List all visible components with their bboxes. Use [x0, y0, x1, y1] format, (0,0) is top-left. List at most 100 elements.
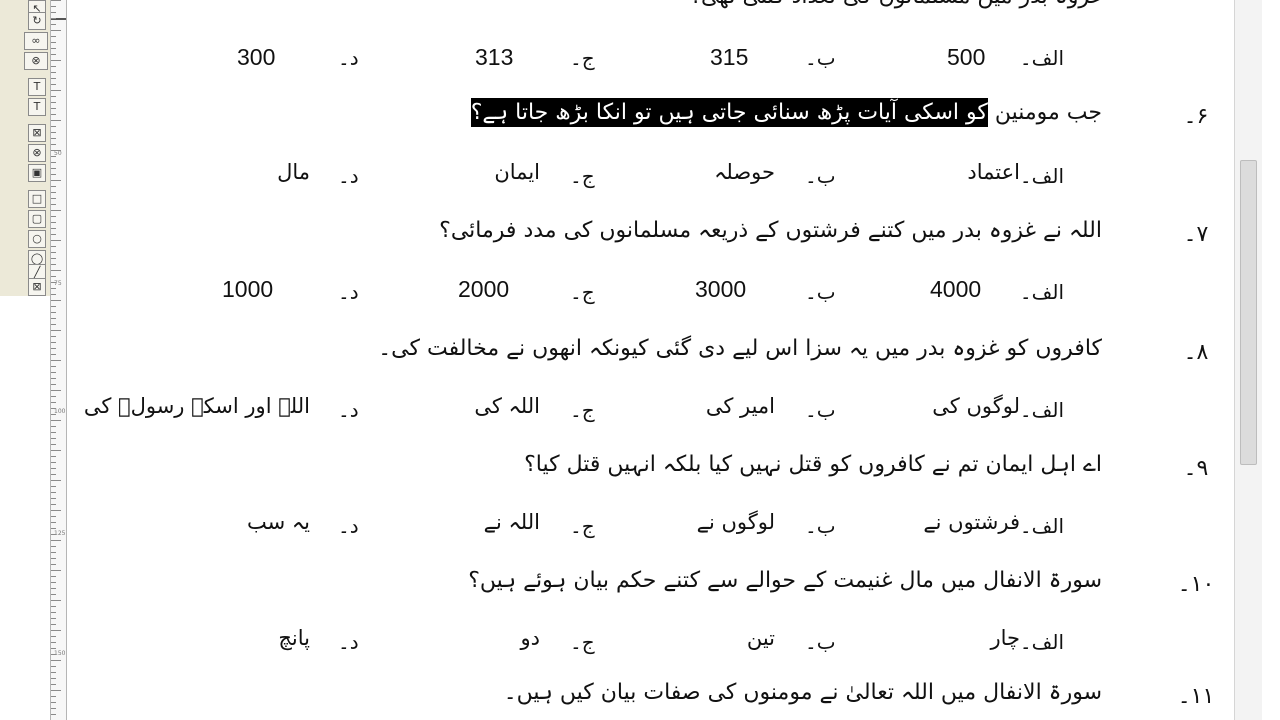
option-value-d: مال: [277, 160, 310, 184]
ruler-tick: [51, 6, 56, 7]
oval-tool-icon[interactable]: ○: [28, 230, 46, 248]
option-marker-b: ب۔: [805, 630, 836, 654]
ruler-tick: [51, 48, 56, 49]
ruler-tick: [51, 258, 56, 259]
ruler-tick: [51, 486, 56, 487]
ruler-tick: [51, 222, 56, 223]
question-text-plain: جب مومنین: [987, 100, 1102, 125]
ruler-tick: [51, 96, 56, 97]
ruler-tick: [51, 390, 61, 391]
option-marker-c: ج۔: [570, 164, 595, 188]
option-marker-b: ب۔: [805, 164, 836, 188]
option-value-a: 500: [947, 44, 986, 70]
option-marker-d: د۔: [338, 630, 359, 654]
ruler-tick: [51, 84, 56, 85]
question-text: اللہ نے غزوہ بدر میں کتنے فرشتوں کے ذریع…: [439, 218, 1102, 243]
ruler-tick: [51, 246, 56, 247]
ruler-tick: [51, 384, 56, 385]
option-marker-a: الف۔: [1019, 514, 1064, 538]
ruler-tick: [51, 702, 56, 703]
ruler-tick: [51, 528, 56, 529]
ruler-tick: [51, 42, 56, 43]
ruler-tick: [51, 564, 56, 565]
ruler-tick: [51, 30, 61, 31]
shaded-frame-tool-icon[interactable]: ▣: [28, 164, 46, 182]
question-text: اے اہل ایمان تم نے کافروں کو قتل نہیں کی…: [524, 452, 1102, 477]
ruler-tick: [51, 78, 56, 79]
ruler-tick: [51, 114, 56, 115]
ruler-tick: [51, 72, 56, 73]
question-text: کافروں کو غزوہ بدر میں یہ سزا اس لیے دی …: [378, 336, 1102, 361]
question-text: سورۃ الانفال میں اللہ تعالیٰ نے مومنوں ک…: [503, 680, 1102, 705]
ruler-tick: [51, 636, 56, 637]
question-text[interactable]: جب مومنین کو اسکی آیات پڑھ سنائی جاتی ہی…: [470, 98, 1102, 127]
ruler-tick: [51, 330, 61, 331]
ruler-tick: [51, 288, 56, 289]
option-value-d: اللہ اور اسکے رسولؐ کی: [83, 394, 310, 418]
ruler-tick: [51, 558, 56, 559]
vertical-scrollbar[interactable]: [1234, 0, 1263, 720]
picture-frame-tool-icon[interactable]: ⊠: [28, 124, 46, 142]
ruler-tick: [51, 690, 61, 691]
ruler-tick: [51, 300, 61, 301]
text-frame-alt-tool-icon[interactable]: T: [28, 98, 46, 116]
ruler-tick: [51, 660, 61, 661]
ruler-tick: [51, 0, 61, 1]
ruler-tick: [51, 714, 56, 715]
ruler-tick: [51, 162, 56, 163]
ruler-tick: [51, 516, 56, 517]
ruler-tick: [51, 90, 61, 91]
ruler-tick: [51, 156, 56, 157]
option-value-d: 1000: [222, 276, 274, 302]
option-value-d: 300: [237, 44, 276, 70]
ruler-tick: [51, 372, 56, 373]
ruler-tick: [51, 312, 56, 313]
text-frame-tool-icon[interactable]: T: [28, 78, 46, 96]
ruler-tick: [51, 444, 56, 445]
option-marker-c: ج۔: [570, 398, 595, 422]
rectangle-tool-icon[interactable]: □: [28, 190, 46, 208]
ruler-tick: [51, 498, 56, 499]
ruler-tick: [51, 618, 56, 619]
ruler-tick: [51, 102, 56, 103]
ruler-tick: [51, 480, 61, 481]
ruler-tick: [51, 594, 56, 595]
unlink-frames-icon[interactable]: ⊗: [24, 52, 48, 70]
ruler-tick: [51, 168, 56, 169]
oval-picture-frame-tool-icon[interactable]: ⊗: [28, 144, 46, 162]
option-value-b: امیر کی: [705, 394, 775, 418]
question-number: ۷۔: [1183, 222, 1209, 247]
option-value-a: فرشتوں نے: [923, 510, 1020, 534]
rotate-tool-icon[interactable]: ↻: [28, 12, 46, 30]
ruler-tick: [51, 360, 61, 361]
link-frames-icon[interactable]: ∞: [24, 32, 48, 50]
ruler-tick: [51, 408, 56, 409]
vertical-ruler[interactable]: 50 75 100 125 150: [50, 0, 67, 720]
ruler-tick: [51, 180, 61, 181]
ruler-tick: [51, 306, 56, 307]
ruler-tick: [51, 600, 61, 601]
rounded-rectangle-tool-icon[interactable]: ▢: [28, 210, 46, 228]
cross-frame-tool-icon[interactable]: ⊠: [28, 278, 46, 296]
option-marker-d: د۔: [338, 46, 359, 70]
selected-text-highlight[interactable]: کو اسکی آیات پڑھ سنائی جاتی ہیں تو انکا …: [470, 98, 988, 127]
ruler-tick: [51, 216, 56, 217]
ruler-tick: [51, 366, 56, 367]
ruler-tick: [51, 174, 56, 175]
ruler-tick: [51, 402, 56, 403]
scrollbar-thumb[interactable]: [1240, 160, 1257, 465]
ruler-tick: [51, 630, 61, 631]
ruler-tick: [51, 18, 56, 19]
ruler-tick: [51, 438, 56, 439]
ruler-tick: [51, 492, 56, 493]
option-marker-d: د۔: [338, 514, 359, 538]
ruler-tick: [51, 54, 56, 55]
ruler-tick: [51, 192, 56, 193]
option-marker-d: د۔: [338, 280, 359, 304]
ruler-tick: [51, 582, 56, 583]
option-marker-a: الف۔: [1019, 398, 1064, 422]
ruler-tick: [51, 552, 56, 553]
option-marker-c: ج۔: [570, 514, 595, 538]
document-page[interactable]: غزوہ بدر میں مسلمانوں کی تعداد کتنی تھی؟…: [70, 0, 1230, 720]
ruler-tick: [51, 426, 56, 427]
